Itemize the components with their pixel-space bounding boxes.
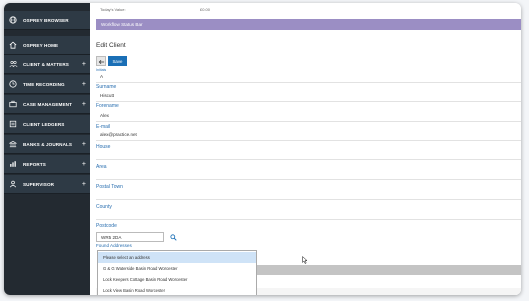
expand-plus-icon[interactable]: + bbox=[82, 181, 86, 188]
forename-label: Forename bbox=[96, 103, 119, 109]
area-label: Area bbox=[96, 164, 107, 170]
sidebar-item-label: CASE MANAGEMENT bbox=[23, 101, 72, 107]
found-addresses-label: Found Addresses bbox=[96, 243, 132, 248]
forename-field[interactable]: Alex bbox=[100, 113, 109, 118]
ledger-icon bbox=[8, 119, 18, 129]
postal-town-field[interactable] bbox=[96, 199, 521, 200]
county-field[interactable] bbox=[96, 219, 521, 220]
people-icon bbox=[8, 59, 18, 69]
house-field[interactable] bbox=[96, 159, 521, 160]
search-icon[interactable] bbox=[168, 232, 178, 242]
surname-field[interactable]: Hiscutt bbox=[100, 93, 114, 98]
postcode-label: Postcode bbox=[96, 223, 117, 229]
section-bar bbox=[257, 265, 521, 275]
address-option[interactable]: G & G Waterside Basin Road Worcester bbox=[98, 263, 256, 274]
address-option[interactable]: Please select an address bbox=[98, 252, 256, 263]
briefcase-icon bbox=[8, 99, 18, 109]
field-divider bbox=[96, 82, 521, 83]
sidebar-item-label: BANKS & JOURNALS bbox=[23, 141, 73, 147]
email-label: E-mail bbox=[96, 124, 111, 130]
address-option[interactable]: Lock Keepers Cottage Basin Road Worceste… bbox=[98, 274, 256, 285]
field-divider bbox=[96, 140, 521, 141]
field-divider bbox=[96, 121, 521, 122]
workflow-status-bar[interactable]: Workflow Status Bar bbox=[96, 19, 521, 30]
expand-plus-icon[interactable]: + bbox=[82, 161, 86, 168]
address-option[interactable]: Lock View Basin Road Worcester bbox=[98, 285, 256, 295]
todays-value: £0.00 bbox=[200, 7, 211, 12]
mouse-cursor-icon bbox=[302, 251, 308, 269]
sidebar-item-osprey-browser[interactable]: OSPREY BROWSER bbox=[4, 11, 90, 30]
expand-plus-icon[interactable]: + bbox=[82, 141, 86, 148]
address-dropdown-list[interactable]: Please select an address G & G Waterside… bbox=[97, 250, 257, 295]
sidebar-item-time-recording[interactable]: TIME RECORDING + bbox=[4, 75, 90, 94]
sidebar-item-label: TIME RECORDING bbox=[23, 81, 65, 87]
todays-value-label: Today's Value: bbox=[100, 7, 126, 12]
sidebar-item-osprey-home[interactable]: OSPREY HOME bbox=[4, 36, 90, 55]
app-window: OSPREY BROWSER OSPREY HOME CLIENT & MATT… bbox=[4, 3, 521, 295]
globe-icon bbox=[8, 15, 18, 25]
sidebar-item-supervisor[interactable]: SUPERVISOR + bbox=[4, 175, 90, 194]
county-label: County bbox=[96, 204, 112, 210]
sidebar-item-label: REPORTS bbox=[23, 161, 46, 167]
back-button[interactable] bbox=[96, 56, 106, 66]
sidebar-item-client-ledgers[interactable]: CLIENT LEDGERS bbox=[4, 115, 90, 134]
expand-plus-icon[interactable]: + bbox=[82, 61, 86, 68]
bank-icon bbox=[8, 139, 18, 149]
house-label: House bbox=[96, 144, 111, 150]
home-icon bbox=[8, 40, 18, 50]
workflow-status-label: Workflow Status Bar bbox=[101, 22, 143, 27]
page-title: Edit Client bbox=[96, 42, 126, 49]
postcode-value: WR5 2DA bbox=[101, 235, 122, 240]
sidebar-item-case-management[interactable]: CASE MANAGEMENT + bbox=[4, 95, 90, 114]
initials-label: Initials bbox=[96, 68, 107, 72]
postal-town-label: Postal Town bbox=[96, 184, 123, 190]
sidebar-item-label: CLIENT LEDGERS bbox=[23, 121, 65, 127]
sidebar-item-label: CLIENT & MATTERS bbox=[23, 61, 69, 67]
area-field[interactable] bbox=[96, 179, 521, 180]
sidebar-item-reports[interactable]: REPORTS + bbox=[4, 155, 90, 174]
expand-plus-icon[interactable]: + bbox=[82, 101, 86, 108]
postcode-input[interactable]: WR5 2DA bbox=[96, 232, 164, 242]
sidebar-item-banks-journals[interactable]: BANKS & JOURNALS + bbox=[4, 135, 90, 154]
sidebar-item-label: OSPREY HOME bbox=[23, 42, 59, 48]
email-field[interactable]: alex@practice.net bbox=[100, 132, 137, 137]
sidebar-item-client-matters[interactable]: CLIENT & MATTERS + bbox=[4, 55, 90, 74]
report-icon bbox=[8, 159, 18, 169]
main-panel: Today's Value: £0.00 Workflow Status Bar… bbox=[90, 3, 521, 295]
sidebar: OSPREY BROWSER OSPREY HOME CLIENT & MATT… bbox=[4, 3, 90, 295]
field-divider bbox=[96, 101, 521, 102]
clock-icon bbox=[8, 79, 18, 89]
surname-label: Surname bbox=[96, 84, 117, 90]
screen-frame: OSPREY BROWSER OSPREY HOME CLIENT & MATT… bbox=[0, 0, 529, 301]
save-button[interactable]: Save bbox=[108, 56, 127, 66]
expand-plus-icon[interactable]: + bbox=[82, 81, 86, 88]
header-row: Today's Value: £0.00 bbox=[90, 3, 521, 15]
sidebar-item-label: OSPREY BROWSER bbox=[23, 17, 69, 23]
supervisor-icon bbox=[8, 179, 18, 189]
sidebar-item-label: SUPERVISOR bbox=[23, 181, 55, 187]
initials-field[interactable]: A bbox=[100, 74, 103, 79]
